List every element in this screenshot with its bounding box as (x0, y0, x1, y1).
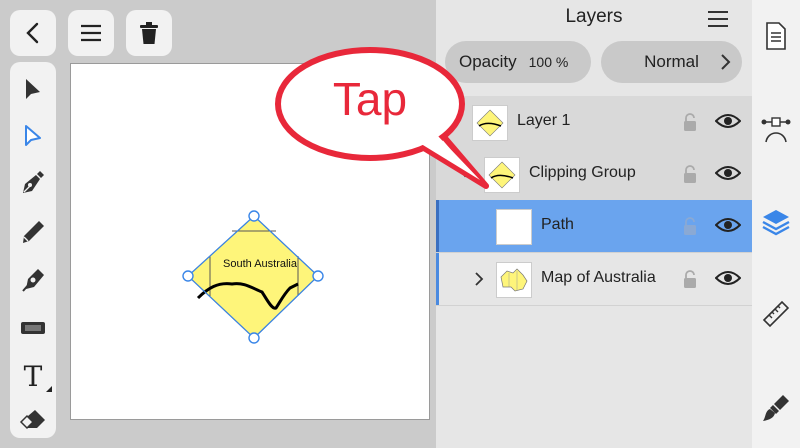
pencil-tool[interactable] (10, 212, 56, 252)
blend-mode-select[interactable]: Normal (601, 41, 742, 83)
eraser-tool[interactable] (10, 400, 56, 440)
ruler-icon (762, 300, 790, 328)
layers-icon (762, 210, 790, 236)
row-indicator (436, 200, 439, 252)
layers-button[interactable] (760, 206, 792, 238)
transform-button[interactable] (760, 112, 792, 144)
move-tool[interactable] (10, 70, 56, 110)
row-indicator (436, 253, 439, 305)
layer-name: Path (541, 216, 574, 233)
bezier-icon (761, 117, 791, 143)
tap-callout-text: Tap (332, 73, 408, 125)
text-icon: T (23, 359, 43, 393)
pen-nib-icon (23, 171, 44, 193)
eraser-icon (19, 410, 45, 430)
selection-handle[interactable] (182, 270, 194, 282)
blend-mode-value: Normal (644, 52, 699, 71)
node-arrow-icon (25, 125, 41, 146)
panel-menu-button[interactable] (706, 9, 730, 34)
delete-button[interactable] (126, 10, 172, 56)
selection-handle[interactable] (312, 270, 324, 282)
brush-studio-button[interactable] (760, 392, 792, 424)
back-button[interactable] (10, 10, 56, 56)
menu-button[interactable] (68, 10, 114, 56)
eye-icon[interactable] (715, 164, 741, 182)
hamburger-icon (708, 11, 728, 27)
chevron-left-icon (26, 22, 39, 44)
lock-icon[interactable] (682, 164, 698, 184)
eye-icon[interactable] (715, 269, 741, 287)
trash-icon (140, 22, 158, 44)
layer-name: Layer 1 (517, 112, 571, 129)
submenu-indicator (46, 386, 52, 392)
document-icon (766, 22, 786, 50)
panel-title: Layers (565, 6, 623, 27)
measure-button[interactable] (760, 298, 792, 330)
fill-icon (21, 322, 45, 334)
shape-label: South Australia (223, 258, 297, 270)
layer-name: Map of Australia (541, 269, 656, 286)
chevron-right-icon (721, 54, 731, 70)
paint-brush-icon (763, 395, 789, 421)
eye-icon[interactable] (715, 216, 741, 234)
document-button[interactable] (760, 20, 792, 52)
eye-icon[interactable] (715, 112, 741, 130)
lock-icon[interactable] (682, 112, 698, 132)
chevron-right-icon[interactable] (472, 271, 486, 287)
fill-tool[interactable] (10, 308, 56, 348)
arrow-icon (26, 79, 40, 99)
lock-icon[interactable] (682, 269, 698, 289)
vector-brush-tool[interactable] (10, 260, 56, 300)
layer-thumbnail (496, 209, 532, 245)
text-tool[interactable]: T (10, 356, 56, 396)
brush-icon (22, 269, 44, 292)
pencil-icon (23, 221, 44, 243)
layer-row-selected[interactable]: Path (436, 200, 752, 253)
node-tool[interactable] (10, 116, 56, 156)
layer-row[interactable]: Map of Australia (436, 253, 752, 306)
lock-icon[interactable] (682, 216, 698, 236)
pen-tool[interactable] (10, 162, 56, 202)
tools-toolbar: T (10, 62, 56, 438)
hamburger-icon (81, 24, 101, 42)
selection-handle[interactable] (248, 332, 260, 344)
selected-shape[interactable] (180, 206, 330, 348)
layer-name: Clipping Group (529, 164, 636, 181)
layer-thumbnail (496, 262, 532, 298)
studio-toolbar (752, 0, 800, 448)
selection-handle[interactable] (248, 210, 260, 222)
opacity-value: 100 % (528, 54, 569, 70)
